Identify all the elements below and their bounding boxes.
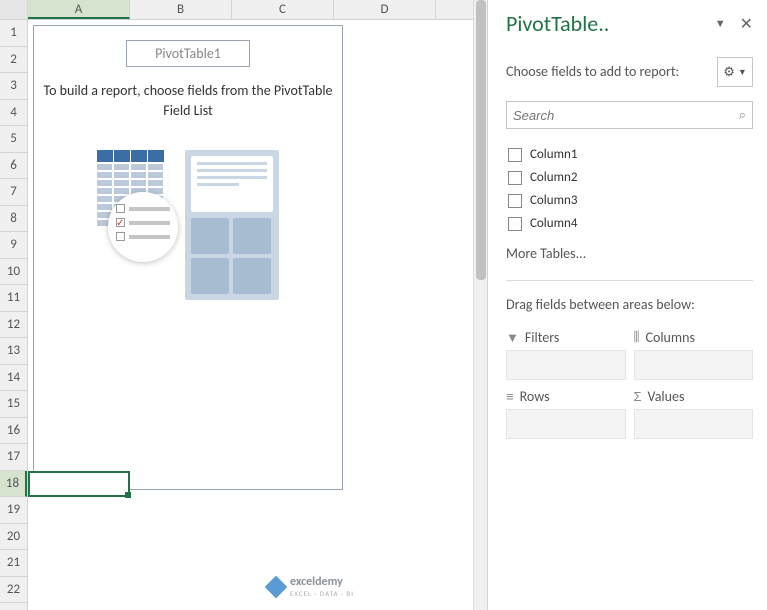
row-header[interactable]: 2: [0, 47, 27, 74]
columns-dropzone[interactable]: [634, 350, 754, 380]
checkbox-icon[interactable]: [508, 148, 522, 162]
gear-icon: ⚙: [723, 65, 735, 80]
pivottable-placeholder[interactable]: PivotTable1 To build a report, choose fi…: [33, 25, 343, 490]
row-header[interactable]: 18: [0, 471, 27, 498]
row-header[interactable]: 8: [0, 206, 27, 233]
sigma-icon: Σ: [634, 389, 642, 404]
area-label: Columns: [645, 329, 694, 346]
scrollbar-thumb[interactable]: [476, 0, 486, 280]
pivottable-fields-pane: PivotTable.. ▼ ✕ Choose fields to add to…: [487, 0, 767, 610]
columns-area[interactable]: ⫼ Columns: [634, 329, 754, 380]
select-all-corner[interactable]: [0, 0, 28, 19]
row-header[interactable]: 9: [0, 232, 27, 259]
row-header[interactable]: 11: [0, 285, 27, 312]
checkbox-icon[interactable]: [508, 217, 522, 231]
values-dropzone[interactable]: [634, 409, 754, 439]
row-header[interactable]: 12: [0, 312, 27, 339]
watermark-brand: exceldemy: [290, 575, 354, 589]
watermark-tagline: EXCEL · DATA · BI: [290, 589, 354, 598]
field-item-column4[interactable]: Column4: [506, 212, 753, 235]
filters-area[interactable]: ▼ Filters: [506, 329, 626, 380]
pivottable-illustration: [42, 150, 334, 300]
field-label: Column1: [530, 147, 577, 162]
row-header[interactable]: 13: [0, 338, 27, 365]
cell-grid[interactable]: PivotTable1 To build a report, choose fi…: [28, 20, 473, 610]
column-header-b[interactable]: B: [130, 0, 232, 19]
field-search-box[interactable]: ⌕: [506, 101, 753, 129]
illustration-magnifier-icon: [108, 192, 178, 262]
tools-button[interactable]: ⚙ ▼: [717, 57, 753, 87]
area-label: Filters: [525, 329, 559, 346]
rows-area[interactable]: ≡ Rows: [506, 388, 626, 439]
column-header-d[interactable]: D: [334, 0, 436, 19]
exceldemy-logo-icon: [265, 575, 288, 598]
checkbox-icon[interactable]: [508, 194, 522, 208]
column-header-row: A B C D: [0, 0, 473, 20]
area-label: Values: [648, 388, 685, 405]
field-label: Column4: [530, 216, 577, 231]
row-header[interactable]: 17: [0, 444, 27, 471]
active-cell-a18[interactable]: [28, 471, 130, 498]
vertical-scrollbar[interactable]: [473, 0, 487, 610]
field-item-column2[interactable]: Column2: [506, 166, 753, 189]
row-header[interactable]: 3: [0, 73, 27, 100]
taskpane-dropdown-icon[interactable]: ▼: [715, 17, 726, 30]
spreadsheet-area: A B C D 1 2 3 4 5 6 7 8 9 10 11 12 13 14…: [0, 0, 473, 610]
field-item-column3[interactable]: Column3: [506, 189, 753, 212]
more-tables-link[interactable]: More Tables...: [506, 245, 753, 262]
row-header[interactable]: 15: [0, 391, 27, 418]
column-header-c[interactable]: C: [232, 0, 334, 19]
row-number-gutter: 1 2 3 4 5 6 7 8 9 10 11 12 13 14 15 16 1…: [0, 20, 28, 610]
area-label: Rows: [520, 388, 550, 405]
pivottable-instruction: To build a report, choose fields from th…: [42, 81, 334, 120]
taskpane-title: PivotTable..: [506, 10, 609, 37]
row-header[interactable]: 21: [0, 550, 27, 577]
rows-icon: ≡: [506, 389, 514, 404]
column-header-a[interactable]: A: [28, 0, 130, 19]
row-header[interactable]: 19: [0, 497, 27, 524]
row-header[interactable]: 7: [0, 179, 27, 206]
filters-dropzone[interactable]: [506, 350, 626, 380]
choose-fields-label: Choose fields to add to report:: [506, 62, 679, 82]
values-area[interactable]: Σ Values: [634, 388, 754, 439]
row-header[interactable]: 20: [0, 524, 27, 551]
close-icon[interactable]: ✕: [740, 14, 753, 34]
row-header[interactable]: 1: [0, 20, 27, 47]
search-input[interactable]: [513, 108, 739, 123]
row-header[interactable]: 10: [0, 259, 27, 286]
row-header[interactable]: 14: [0, 365, 27, 392]
row-header[interactable]: 5: [0, 126, 27, 153]
search-icon: ⌕: [739, 108, 746, 123]
checkbox-icon[interactable]: [508, 171, 522, 185]
divider: [506, 280, 753, 281]
row-header[interactable]: 16: [0, 418, 27, 445]
rows-dropzone[interactable]: [506, 409, 626, 439]
columns-icon: ⫼: [634, 329, 640, 345]
field-list: Column1 Column2 Column3 Column4: [506, 143, 753, 235]
watermark: exceldemy EXCEL · DATA · BI: [268, 575, 354, 598]
row-header[interactable]: 22: [0, 577, 27, 604]
pivottable-name: PivotTable1: [126, 40, 250, 67]
chevron-down-icon: ▼: [738, 67, 747, 78]
row-header[interactable]: 6: [0, 153, 27, 180]
field-item-column1[interactable]: Column1: [506, 143, 753, 166]
field-label: Column3: [530, 193, 577, 208]
illustration-fieldlist-icon: [185, 150, 279, 300]
field-label: Column2: [530, 170, 577, 185]
row-header[interactable]: 4: [0, 100, 27, 127]
filter-icon: ▼: [506, 330, 519, 345]
drag-fields-label: Drag fields between areas below:: [506, 295, 753, 315]
